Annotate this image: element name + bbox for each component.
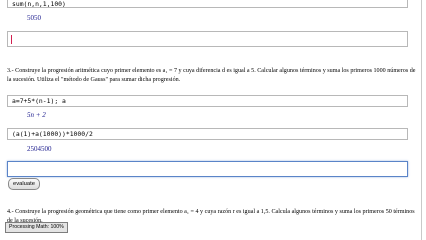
evaluate-button[interactable]: evaluate [8,178,40,190]
output-expression: 5n + 2 [27,111,46,119]
problem-4-text: 4.- Construye la progresión geométrica q… [7,209,415,224]
processing-status: Processing Math: 100% [5,222,68,233]
active-code-cell[interactable] [7,161,408,177]
output-value: 2504500 [27,145,52,153]
code-cell-progression[interactable]: a=7+5*(n-1); a [7,95,408,107]
code-input[interactable]: sum(n,n,1,100) [8,0,407,9]
text-cursor [11,35,12,44]
code-input[interactable]: (a(1)+a(1000))*1000/2 [8,129,407,140]
code-cell-sum[interactable]: sum(n,n,1,100) [7,0,408,8]
problem-3-text: 3.- Construye la progresión aritmética c… [7,68,416,83]
code-input[interactable]: a=7+5*(n-1); a [8,96,407,107]
code-cell-gauss-sum[interactable]: (a(1)+a(1000))*1000/2 [7,128,408,140]
empty-code-cell[interactable] [7,31,408,47]
right-border [421,0,422,240]
output-value: 5050 [27,14,41,22]
